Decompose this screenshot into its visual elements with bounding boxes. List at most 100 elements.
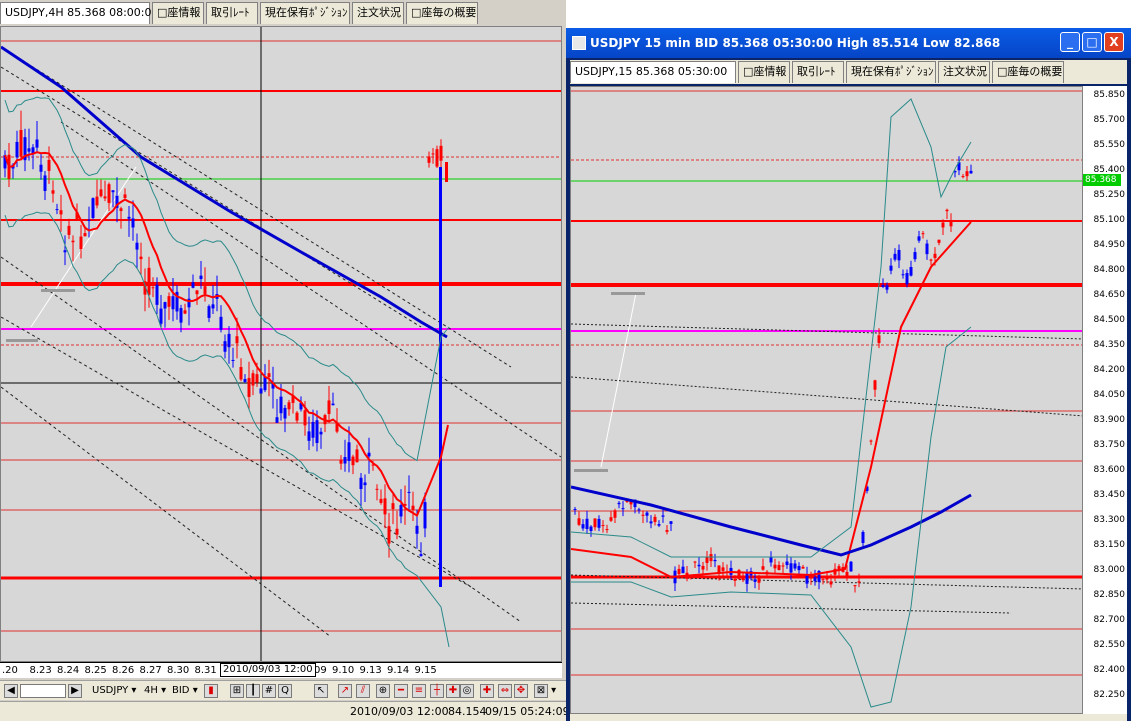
candle-body xyxy=(339,459,343,464)
cross-icon[interactable]: ✚ xyxy=(446,683,460,699)
timeframe-select[interactable]: 4H ▾ xyxy=(144,683,166,699)
zoom-fit-icon[interactable]: ⊞ xyxy=(230,683,244,699)
candle-body xyxy=(885,285,889,290)
expand-icon[interactable]: ⇔ xyxy=(498,683,512,699)
candle-body xyxy=(275,417,279,423)
y-axis-tick-label: 85.250 xyxy=(1093,190,1126,200)
tab-usdjpy-15[interactable]: USDJPY,15 85.368 05:30:00 xyxy=(570,61,736,83)
candle-body xyxy=(71,240,75,243)
candle-body xyxy=(621,508,625,510)
candle-body xyxy=(697,564,701,567)
x-axis-label: 9.13 xyxy=(359,665,382,676)
candle-body xyxy=(741,576,745,581)
candle-body xyxy=(155,284,159,305)
candle-body xyxy=(881,285,885,287)
candle-body xyxy=(913,252,917,260)
right-window-title-bar[interactable]: USDJPY 15 min BID 85.368 05:30:00 High 8… xyxy=(566,28,1131,58)
candle-body xyxy=(411,505,415,510)
tab-account-summary[interactable]: □座毎の概要 xyxy=(992,61,1064,83)
candle-body xyxy=(721,567,725,571)
hline-icon[interactable]: ━ xyxy=(394,683,408,699)
candle-body xyxy=(965,171,969,177)
left-tab-strip: USDJPY,4H 85.368 08:00:00 □座情報 取引ﾚｰﾄ 現在保… xyxy=(0,2,566,24)
tab-usdjpy-4h[interactable]: USDJPY,4H 85.368 08:00:00 xyxy=(0,2,159,24)
left-chart-canvas[interactable] xyxy=(1,27,562,662)
left-price-chart[interactable] xyxy=(0,26,562,662)
candle-body xyxy=(905,273,909,285)
left-status-bar: 2010/09/03 12:00 84.154 09/15 05:24:09 xyxy=(0,701,570,721)
scroll-left-icon[interactable]: ◀ xyxy=(4,683,18,699)
tab-account-info[interactable]: □座情報 xyxy=(738,61,790,83)
candle-body xyxy=(645,512,649,516)
candle-body xyxy=(127,216,131,219)
magnifier-icon[interactable]: ⊕ xyxy=(376,683,390,699)
zoom-icon[interactable]: Q xyxy=(278,683,292,699)
candle-body xyxy=(191,282,195,288)
tab-positions[interactable]: 現在保有ﾎﾟｼﾞｼｮﾝ xyxy=(260,2,350,24)
candle-body xyxy=(263,376,267,391)
channel-icon[interactable]: ⫽ xyxy=(356,683,370,699)
candle-body xyxy=(267,373,271,378)
arrow-icon[interactable]: ✚ xyxy=(480,683,494,699)
y-axis-tick-label: 84.200 xyxy=(1093,365,1126,375)
scroll-track[interactable] xyxy=(20,684,66,698)
candle-body xyxy=(311,421,315,438)
candle-body xyxy=(399,505,403,517)
period-separator-icon[interactable]: ┃ xyxy=(246,683,260,699)
grid-icon[interactable]: # xyxy=(262,683,276,699)
candle-body xyxy=(295,412,299,421)
price-tag xyxy=(611,292,645,295)
y-axis-tick-label: 82.700 xyxy=(1093,615,1126,625)
candle-body xyxy=(901,274,905,276)
candle-body xyxy=(415,525,419,534)
right-chart-window: USDJPY 15 min BID 85.368 05:30:00 High 8… xyxy=(566,28,1131,721)
tab-positions[interactable]: 現在保有ﾎﾟｼﾞｼｮﾝ xyxy=(846,61,936,83)
tab-orders[interactable]: 注文状況 xyxy=(938,61,990,83)
candle-body xyxy=(813,577,817,582)
x-axis-label: 9.14 xyxy=(387,665,410,676)
trendline-icon[interactable]: ↗ xyxy=(338,683,352,699)
fibonacci-icon[interactable]: ≡ xyxy=(412,683,426,699)
chart-settings-icon[interactable]: ⊠ ▾ xyxy=(534,683,556,699)
y-axis-tick-label: 82.250 xyxy=(1093,690,1126,700)
candle-body xyxy=(151,287,155,289)
y-axis-tick-label: 83.000 xyxy=(1093,565,1126,575)
candle-body xyxy=(163,302,167,309)
tab-account-info[interactable]: □座情報 xyxy=(152,2,204,24)
channel-line xyxy=(571,602,1012,614)
move-icon[interactable]: ✥ xyxy=(514,683,528,699)
tab-rates[interactable]: 取引ﾚｰﾄ xyxy=(206,2,258,24)
candle-body xyxy=(427,156,431,163)
tab-orders[interactable]: 注文状況 xyxy=(352,2,404,24)
minimize-button[interactable]: _ xyxy=(1060,32,1080,52)
white-trendline xyxy=(30,166,137,328)
right-price-chart[interactable] xyxy=(570,86,1083,714)
scroll-right-icon[interactable]: ▶ xyxy=(68,683,82,699)
candle-body xyxy=(167,296,171,307)
bollinger-lower xyxy=(4,211,450,648)
desktop-area xyxy=(606,0,1131,26)
price-side-select[interactable]: BID ▾ xyxy=(172,683,198,699)
candle-body xyxy=(809,576,813,579)
price-tag xyxy=(41,289,75,292)
candle-body xyxy=(307,431,311,441)
y-axis-tick-label: 84.800 xyxy=(1093,265,1126,275)
tab-account-summary[interactable]: □座毎の概要 xyxy=(406,2,478,24)
candle-body xyxy=(327,400,331,414)
candle-body xyxy=(857,581,861,583)
candle-body xyxy=(849,561,853,572)
candle-body xyxy=(47,159,51,171)
x-axis-label: 9.10 xyxy=(332,665,355,676)
channel-line xyxy=(571,376,1082,417)
right-chart-canvas[interactable] xyxy=(571,87,1083,714)
tab-rates[interactable]: 取引ﾚｰﾄ xyxy=(792,61,844,83)
cursor-icon[interactable]: ↖ xyxy=(314,683,328,699)
candle-type-icon[interactable]: ▮ xyxy=(204,683,218,699)
vline-icon[interactable]: ┼ xyxy=(430,683,444,699)
globe-icon[interactable]: ◎ xyxy=(460,683,474,699)
close-button[interactable]: X xyxy=(1104,32,1124,52)
y-axis-tick-label: 82.850 xyxy=(1093,590,1126,600)
symbol-select[interactable]: USDJPY ▾ xyxy=(92,683,136,699)
candle-body xyxy=(897,249,901,261)
maximize-button[interactable]: □ xyxy=(1082,32,1102,52)
